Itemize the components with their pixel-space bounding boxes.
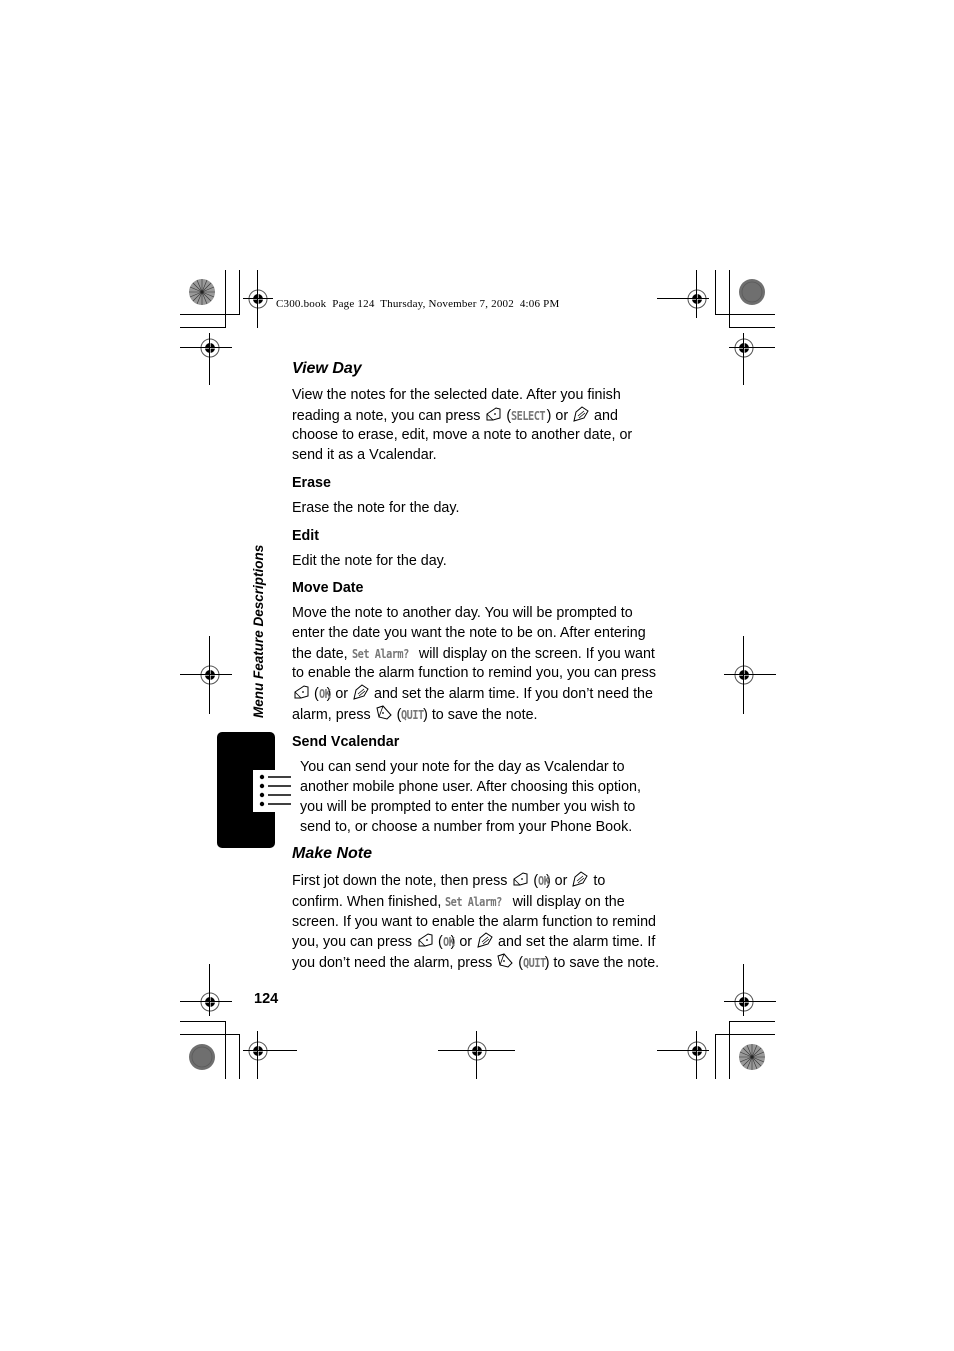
send-vcalendar-body: You can send your note for the day as Vc… [292, 758, 672, 837]
lcd-key-label: QUIT [522, 955, 546, 971]
right-soft-key-icon [375, 705, 393, 721]
registration-mark-icon [190, 982, 230, 1022]
starburst-mark-icon [737, 1042, 767, 1072]
left-soft-key-icon [484, 406, 502, 422]
registration-mark-icon [677, 1031, 717, 1071]
page-number: 124 [254, 991, 279, 1007]
page-content: View Day View the notes for the selected… [292, 357, 672, 974]
text-line: alarm, press (QUIT) to save the note. [292, 705, 538, 723]
registration-mark-icon [724, 655, 764, 695]
text-line: send to, or choose a number from your Ph… [300, 818, 633, 835]
print-header: C300.book Page 124 Thursday, November 7,… [276, 298, 560, 310]
lcd-key-label: OK [442, 934, 455, 950]
text-line: View the notes for the selected date. Af… [292, 387, 621, 403]
lcd-key-label: OK [538, 873, 550, 889]
text-line: (OK) or and set the alarm time. If you d… [292, 684, 672, 705]
section-title-make-note: Make Note [292, 845, 373, 863]
registration-mark-icon [190, 655, 230, 695]
registration-mark-icon [724, 328, 764, 368]
section-title-view-day: View Day [292, 360, 362, 377]
left-soft-key-icon [416, 932, 434, 948]
lcd-prompt: Set Alarm? [351, 645, 409, 661]
text-line: First jot down the note, then press (OK)… [292, 871, 606, 890]
edit-body: Edit the note for the day. [292, 552, 447, 569]
text-line: to enable the alarm function to remind y… [292, 665, 656, 682]
dot-disc-mark-icon [737, 277, 767, 307]
text-line: Move the note to another day. You will b… [292, 605, 633, 622]
registration-mark-icon [677, 279, 717, 319]
text-line: send it as a Vcalendar. [292, 447, 437, 464]
section-title-edit: Edit [292, 527, 320, 544]
lcd-key-label: SELECT [511, 407, 546, 423]
side-section-label: Menu Feature Descriptions [251, 544, 266, 718]
left-soft-key-icon [511, 871, 529, 887]
text-line: you don’t need the alarm, press (QUIT) t… [292, 953, 660, 972]
section-title-move-date: Move Date [292, 580, 364, 597]
text-line: choose to erase, edit, move a note to an… [292, 427, 633, 444]
menu-key-icon [572, 406, 590, 422]
left-soft-key-icon [292, 684, 310, 700]
lcd-key-label: QUIT [401, 706, 425, 722]
registration-mark-icon [724, 982, 764, 1022]
erase-body: Erase the note for the day. [292, 499, 460, 516]
text-line: you will be prompted to enter the number… [300, 798, 636, 815]
text-line: You can send your note for the day as Vc… [300, 759, 625, 776]
registration-mark-icon [238, 279, 278, 319]
view-day-body: View the notes for the selected date. Af… [292, 386, 672, 466]
menu-key-icon [476, 932, 494, 948]
registration-mark-icon [238, 1031, 278, 1071]
text-line: the date, Set Alarm? will display on the… [292, 645, 655, 662]
menu-key-icon [571, 871, 589, 887]
menu-key-icon [352, 684, 370, 700]
make-note-body: First jot down the note, then press (OK)… [292, 871, 672, 974]
section-title-erase: Erase [292, 474, 331, 491]
text-line: you, you can press (OK) or and set the a… [292, 932, 656, 951]
text-line: confirm. When finished, Set Alarm? will … [292, 893, 625, 910]
right-soft-key-icon [496, 953, 514, 969]
lcd-prompt: Set Alarm? [445, 893, 503, 909]
starburst-mark-icon [187, 277, 217, 307]
menu-list-icon [259, 774, 291, 807]
registration-mark-icon [457, 1031, 497, 1071]
text-line: enter the date you want the note to be o… [292, 624, 646, 641]
text-line: another mobile phone user. After choosin… [300, 779, 641, 796]
text-line: reading a note, you can press (SELECT) o… [292, 406, 618, 424]
lcd-key-label: OK [318, 686, 331, 702]
text-line: screen. If you want to enable the alarm … [292, 913, 656, 930]
dot-disc-mark-icon [187, 1042, 217, 1072]
move-date-body: Move the note to another day. You will b… [292, 604, 672, 725]
registration-mark-icon [190, 328, 230, 368]
section-title-send-vcalendar: Send Vcalendar [292, 734, 400, 751]
